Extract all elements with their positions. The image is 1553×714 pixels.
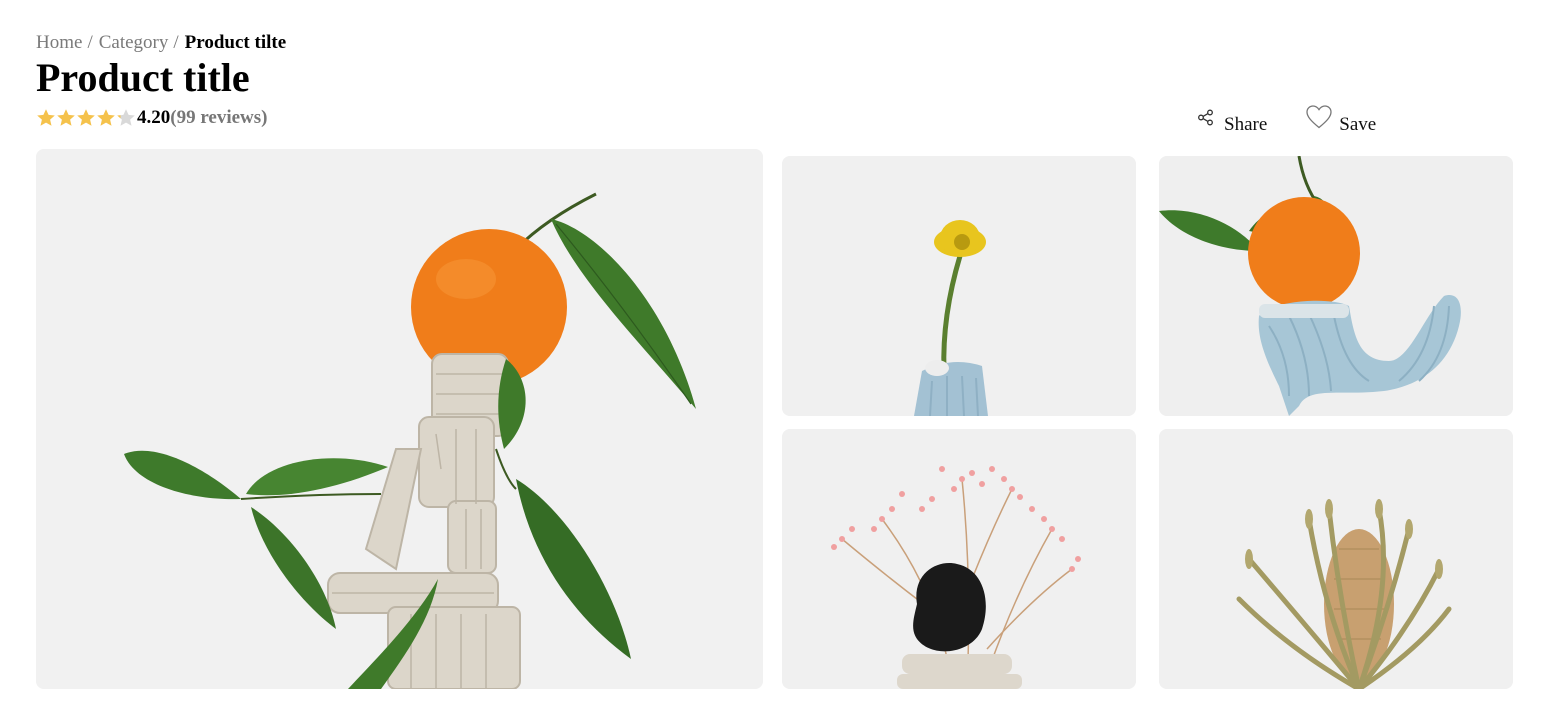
review-count-link[interactable]: (99 reviews) bbox=[170, 107, 267, 129]
share-label: Share bbox=[1224, 114, 1268, 135]
page-title: Product title bbox=[36, 55, 250, 100]
breadcrumb-separator: / bbox=[87, 32, 93, 53]
gallery-thumbnail[interactable] bbox=[1159, 156, 1513, 416]
star-icon bbox=[97, 109, 115, 126]
breadcrumb-home-link[interactable]: Home bbox=[36, 32, 82, 53]
breadcrumb: Home / Category / Product tilte bbox=[36, 31, 286, 55]
star-icon bbox=[37, 109, 55, 126]
save-label: Save bbox=[1339, 114, 1377, 135]
star-icon bbox=[77, 109, 95, 126]
breadcrumb-current: Product tilte bbox=[184, 32, 287, 53]
save-button[interactable]: Save bbox=[1305, 104, 1376, 136]
product-actions: Share Save bbox=[1196, 102, 1376, 136]
breadcrumb-category-link[interactable]: Category bbox=[99, 32, 169, 53]
share-icon bbox=[1196, 108, 1224, 136]
gallery-main-image[interactable] bbox=[36, 149, 763, 689]
heart-outline-icon bbox=[1305, 104, 1339, 136]
star-icon bbox=[57, 109, 75, 126]
share-button[interactable]: Share bbox=[1196, 108, 1267, 136]
rating-value: 4.20 bbox=[137, 107, 171, 128]
product-rating: 4.20 (99 reviews) bbox=[36, 104, 268, 132]
star-rating bbox=[36, 108, 136, 128]
breadcrumb-separator: / bbox=[173, 32, 179, 53]
star-icon bbox=[117, 109, 135, 126]
gallery-thumbnail[interactable] bbox=[782, 156, 1136, 416]
gallery-thumbnail[interactable] bbox=[782, 429, 1136, 689]
gallery-thumbnail[interactable] bbox=[1159, 429, 1513, 689]
